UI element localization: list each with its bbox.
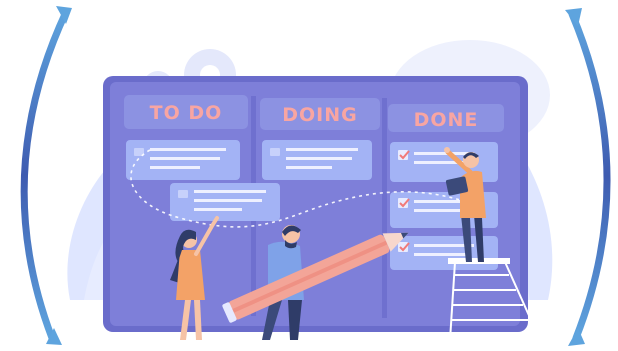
column-header-doing: DOING [260, 98, 380, 130]
column-header-todo: TO DO [124, 95, 248, 129]
column-title-done: DONE [414, 109, 479, 131]
task-card-dragged [170, 183, 280, 221]
curved-arrow-icon [20, 6, 72, 345]
column-header-done: DONE [388, 104, 504, 132]
column-title-todo: TO DO [150, 102, 223, 124]
task-card [126, 140, 240, 180]
column-title-doing: DOING [282, 104, 358, 126]
illustration: TO DO DOING DONE [0, 0, 618, 351]
task-card [262, 140, 372, 180]
kanban-illustration: TO DO DOING DONE [20, 6, 611, 346]
curved-arrow-icon [565, 8, 611, 346]
